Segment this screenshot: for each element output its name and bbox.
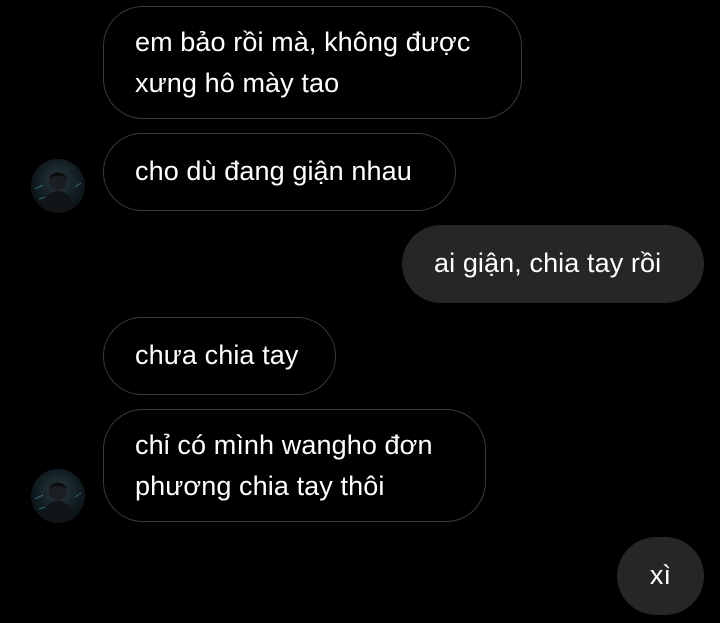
outgoing-message-bubble[interactable]: xì [617,537,704,615]
incoming-message-bubble[interactable]: chưa chia tay [103,317,336,395]
incoming-message-bubble[interactable]: chỉ có mình wangho đơn phương chia tay t… [103,409,486,522]
message-text-line: chỉ có mình wangho đơn [135,430,433,460]
message-text-line: chưa chia tay [135,340,299,370]
message-text-line: em bảo rồi mà, không được [135,27,471,57]
contact-avatar[interactable] [31,159,85,213]
message-text-line: cho dù đang giận nhau [135,156,412,186]
message-text-line: xì [649,560,672,590]
outgoing-message-bubble[interactable]: ai giận, chia tay rồi [402,225,704,303]
incoming-message-bubble[interactable]: cho dù đang giận nhau [103,133,456,211]
message-text-line: ai giận, chia tay rồi [434,248,662,278]
message-text-line: xưng hô mày tao [135,68,340,98]
incoming-message-bubble[interactable]: em bảo rồi mà, không được xưng hô mày ta… [103,6,522,119]
person-silhouette-icon [34,482,82,523]
message-text-line: phương chia tay thôi [135,471,385,501]
person-silhouette-icon [34,172,82,213]
contact-avatar[interactable] [31,469,85,523]
